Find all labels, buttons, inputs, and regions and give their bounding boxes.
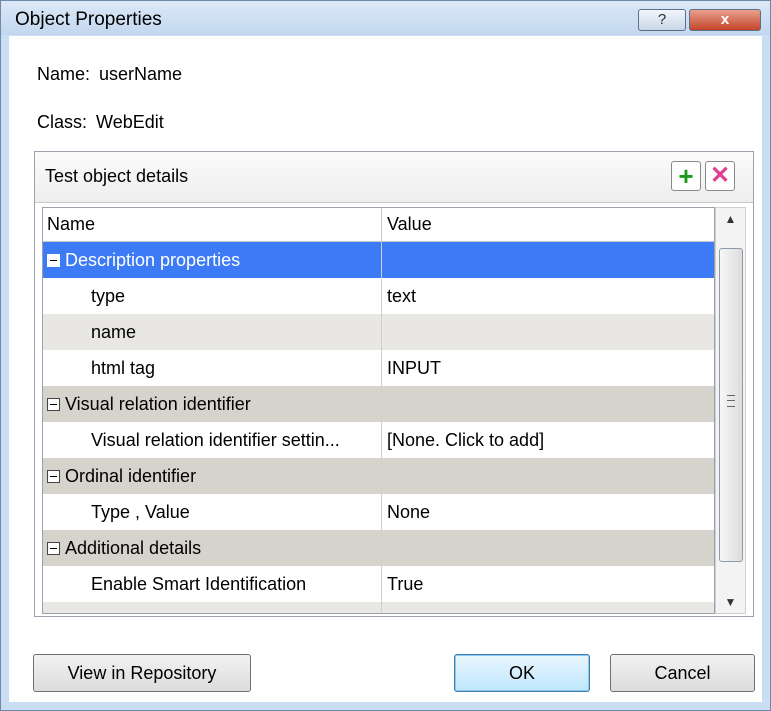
vertical-scrollbar[interactable]: ▲ ▼ xyxy=(715,207,746,614)
delete-property-button[interactable]: ✕ xyxy=(705,161,735,191)
collapse-icon[interactable] xyxy=(47,542,60,555)
cell-divider xyxy=(381,386,382,422)
view-in-repository-button[interactable]: View in Repository xyxy=(33,654,251,692)
cell-divider xyxy=(381,602,382,613)
add-property-button[interactable]: + xyxy=(671,161,701,191)
grid-header: Name Value xyxy=(43,208,714,242)
cell-name: Visual relation identifier settin... xyxy=(91,430,340,450)
title-bar: Object Properties ? x xyxy=(1,1,770,35)
grid-property-row[interactable]: Type , Value None xyxy=(43,494,714,530)
cell-name: Visual relation identifier xyxy=(65,394,251,414)
cell-value[interactable]: True xyxy=(387,574,423,595)
plus-icon: + xyxy=(678,161,694,191)
cell-divider xyxy=(381,242,382,278)
cell-divider xyxy=(381,314,382,350)
object-name-line: Name: userName xyxy=(37,64,182,85)
panel-title: Test object details xyxy=(45,166,189,186)
name-label: Name: xyxy=(37,64,91,84)
grip-icon xyxy=(727,395,735,407)
class-value: WebEdit xyxy=(96,112,164,132)
cancel-button[interactable]: Cancel xyxy=(610,654,755,692)
close-button[interactable]: x xyxy=(689,9,761,31)
grid-property-row[interactable]: Visual relation identifier settin... [Non… xyxy=(43,422,714,458)
grid-category-row[interactable]: Visual relation identifier xyxy=(43,386,714,422)
minus-icon xyxy=(50,476,57,477)
test-object-details-panel: Test object details + ✕ Name Value Descr… xyxy=(34,151,754,617)
cell-divider xyxy=(381,566,382,602)
class-label: Class: xyxy=(37,112,88,132)
cell-divider xyxy=(381,278,382,314)
cell-name: Enable Smart Identification xyxy=(91,574,307,594)
dialog-title: Object Properties xyxy=(15,9,162,30)
x-icon: ✕ xyxy=(709,162,731,189)
grid-property-row[interactable]: html tag INPUT xyxy=(43,350,714,386)
collapse-icon[interactable] xyxy=(47,254,60,267)
collapse-icon[interactable] xyxy=(47,398,60,411)
cell-value[interactable]: text xyxy=(387,286,416,307)
cell-divider xyxy=(381,422,382,458)
grid-category-row[interactable]: Additional details xyxy=(43,530,714,566)
column-divider[interactable] xyxy=(381,208,382,241)
grid-property-row[interactable]: Enable Smart Identification True xyxy=(43,566,714,602)
cell-divider xyxy=(381,350,382,386)
minus-icon xyxy=(50,260,57,261)
minus-icon xyxy=(50,404,57,405)
column-header-name[interactable]: Name xyxy=(47,214,95,235)
scrollbar-thumb[interactable] xyxy=(719,248,743,562)
grid-property-row[interactable]: name xyxy=(43,314,714,350)
cell-value[interactable]: INPUT xyxy=(387,358,441,379)
object-class-line: Class: WebEdit xyxy=(37,112,164,133)
properties-grid: Name Value Description properties type tex… xyxy=(42,207,715,614)
cell-name: Description properties xyxy=(65,250,241,270)
object-properties-dialog: Object Properties ? x Name: userName Cla… xyxy=(0,0,771,711)
cell-name: Additional details xyxy=(65,538,202,558)
minus-icon xyxy=(50,548,57,549)
cell-name: type xyxy=(91,286,126,306)
cell-divider xyxy=(381,530,382,566)
scroll-up-icon[interactable]: ▲ xyxy=(716,208,745,230)
cell-name: name xyxy=(91,322,137,342)
cell-name: Type , Value xyxy=(91,502,190,522)
cell-value[interactable]: None xyxy=(387,502,430,523)
grid-category-row[interactable]: Ordinal identifier xyxy=(43,458,714,494)
ok-button[interactable]: OK xyxy=(454,654,590,692)
grid-property-row[interactable]: Comment xyxy=(43,602,714,613)
collapse-icon[interactable] xyxy=(47,470,60,483)
cell-value[interactable]: [None. Click to add] xyxy=(387,430,544,451)
panel-header: Test object details + ✕ xyxy=(35,152,753,203)
dialog-body: Name: userName Class: WebEdit Test objec… xyxy=(9,36,762,702)
name-value: userName xyxy=(99,64,183,84)
cell-name: html tag xyxy=(91,358,156,378)
cell-name: Ordinal identifier xyxy=(65,466,197,486)
scroll-down-icon[interactable]: ▼ xyxy=(716,591,745,613)
cell-divider xyxy=(381,458,382,494)
cell-name: Comment xyxy=(91,610,169,613)
grid-property-row[interactable]: type text xyxy=(43,278,714,314)
column-header-value[interactable]: Value xyxy=(387,214,432,235)
grid-category-row[interactable]: Description properties xyxy=(43,242,714,278)
cell-divider xyxy=(381,494,382,530)
help-button[interactable]: ? xyxy=(638,9,686,31)
